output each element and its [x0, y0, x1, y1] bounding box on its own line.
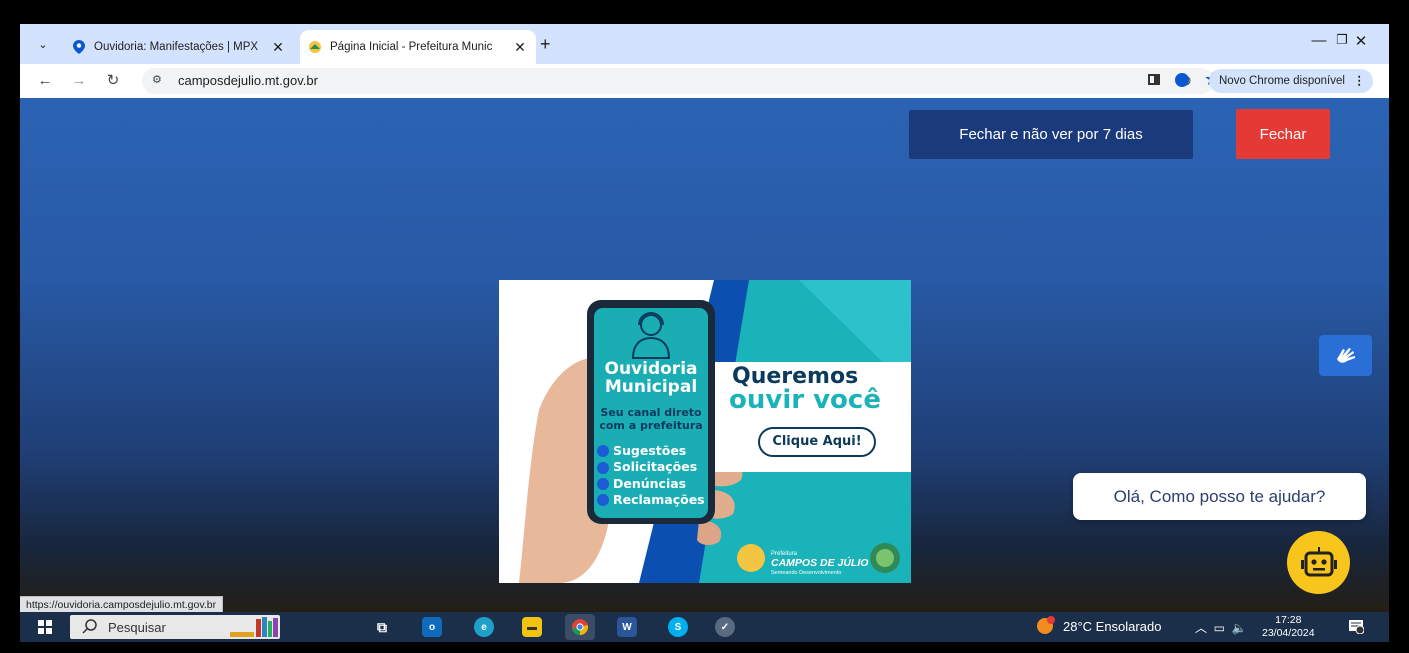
close-7-days-button[interactable]: Fechar e não ver por 7 dias [909, 110, 1193, 159]
back-icon[interactable]: ← [34, 70, 56, 92]
banner-headline-2: ouvir você [729, 385, 881, 415]
sun-icon [1037, 616, 1055, 634]
tab-title: Ouvidoria: Manifestações | MPX [94, 41, 259, 53]
chatbot-robot-icon[interactable] [1287, 531, 1350, 594]
chrome-update-button[interactable]: Novo Chrome disponível ⋮ [1209, 69, 1373, 93]
banner-item: Sugestões [613, 443, 687, 458]
banner-items: Sugestões Solicitações Denúncias Reclama… [613, 443, 705, 508]
menu-dots-icon[interactable]: ⋮ [1354, 69, 1366, 93]
search-icon [82, 619, 97, 634]
banner-item: Reclamações [613, 491, 705, 507]
banner-headline: Queremos [732, 364, 859, 389]
tab-title: Página Inicial - Prefeitura Munic [330, 41, 493, 53]
close-popup-button[interactable]: Fechar [1236, 109, 1330, 159]
close-tab-icon[interactable]: ✕ [512, 39, 528, 56]
windows-taskbar: Pesquisar ⧉ o e ▬ W S ✓ 28°C Ensolarado … [20, 612, 1389, 642]
clock-time: 17:28 [1275, 614, 1302, 626]
url-text: camposdejulio.mt.gov.br [178, 73, 318, 88]
banner-title: Ouvidoria Municipal [594, 360, 708, 396]
task-view-icon[interactable]: ⧉ [372, 617, 392, 637]
prefeitura-favicon-icon [308, 40, 322, 54]
tab-strip: ⌄ Ouvidoria: Manifestações | MPX ✕ Págin… [20, 24, 1389, 64]
page-content: Fechar e não ver por 7 dias Fechar Ouvid… [20, 98, 1389, 612]
site-info-icon[interactable]: ⚙ [152, 73, 162, 86]
forward-icon[interactable]: → [68, 70, 90, 92]
file-explorer-icon[interactable]: ▬ [522, 617, 542, 637]
books-illustration-icon [230, 617, 278, 637]
close-window-icon[interactable]: ✕ [1346, 32, 1376, 50]
system-tray-icons[interactable]: ︿ ▭ 🔈 [1195, 619, 1247, 636]
edge-icon[interactable]: e [474, 617, 494, 637]
address-bar[interactable]: ⚙ camposdejulio.mt.gov.br ⊕ ★ [142, 68, 1220, 94]
close-tab-icon[interactable]: ✕ [270, 39, 286, 56]
tab-search-button[interactable]: ⌄ [32, 34, 54, 56]
app-icon[interactable]: ✓ [715, 617, 735, 637]
side-panel-icon[interactable] [1148, 74, 1160, 85]
banner-title-line: Ouvidoria [604, 359, 698, 379]
taskbar-search-box[interactable]: Pesquisar [70, 615, 280, 639]
location-pin-icon [72, 40, 86, 54]
browser-toolbar: ← → ↻ ⚙ camposdejulio.mt.gov.br ⊕ ★ Novo… [20, 64, 1389, 98]
taskbar-clock[interactable]: 17:28 23/04/2024 [1262, 614, 1315, 640]
chrome-taskbar-button[interactable] [565, 614, 595, 640]
windows-start-icon[interactable] [38, 620, 52, 639]
screen: ⌄ Ouvidoria: Manifestações | MPX ✕ Págin… [20, 24, 1389, 642]
reload-icon[interactable]: ↻ [102, 70, 124, 92]
weather-text: 28°C Ensolarado [1063, 618, 1162, 634]
chrome-icon [572, 619, 589, 636]
banner-item: Solicitações [613, 459, 698, 475]
ouvidoria-banner[interactable]: Ouvidoria Municipal Seu canal direto com… [499, 280, 911, 583]
tab-ouvidoria[interactable]: Ouvidoria: Manifestações | MPX ✕ [64, 30, 294, 64]
update-label: Novo Chrome disponível [1219, 75, 1345, 87]
banner-subtitle-line: com a prefeitura [599, 419, 703, 432]
outlook-icon[interactable]: o [422, 617, 442, 637]
skype-icon[interactable]: S [668, 617, 688, 637]
banner-subtitle-line: Seu canal direto [600, 406, 702, 419]
new-tab-button[interactable]: + [540, 34, 551, 55]
banner-subtitle: Seu canal direto com a prefeitura [594, 406, 708, 432]
sign-language-icon[interactable] [1319, 335, 1372, 376]
profile-icon[interactable] [1175, 73, 1189, 87]
banner-item: Denúncias [613, 475, 687, 491]
weather-widget[interactable]: 28°C Ensolarado [1037, 616, 1162, 634]
banner-cta[interactable]: Clique Aqui! [759, 434, 875, 449]
search-label: Pesquisar [108, 620, 166, 635]
banner-title-line: Municipal [604, 377, 698, 397]
clock-date: 23/04/2024 [1262, 627, 1315, 639]
notification-icon[interactable] [1348, 618, 1364, 634]
chat-greeting[interactable]: Olá, Como posso te ajudar? [1073, 473, 1366, 520]
logo-name: CAMPOS DE JÚLIO [771, 557, 869, 569]
tab-prefeitura[interactable]: Página Inicial - Prefeitura Munic ✕ [300, 30, 536, 64]
word-icon[interactable]: W [617, 617, 637, 637]
logo-tagline: Semeando Desenvolvimento [771, 570, 842, 576]
